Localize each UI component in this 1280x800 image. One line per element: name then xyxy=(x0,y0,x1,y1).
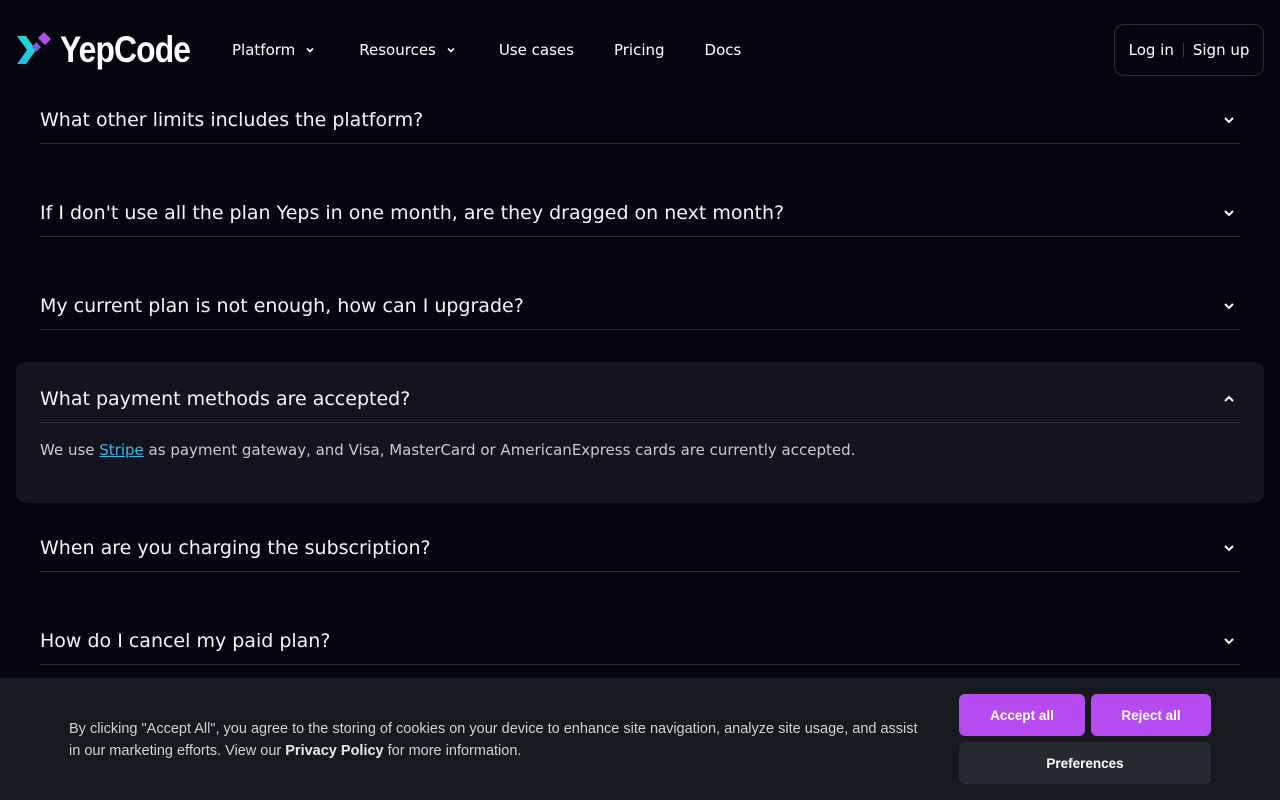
signup-link[interactable]: Sign up xyxy=(1193,41,1250,59)
main-nav: Platform Resources Use cases Pricing Doc… xyxy=(232,38,741,62)
chevron-down-icon xyxy=(1224,116,1234,123)
chevron-down-icon xyxy=(1224,637,1234,644)
nav-item-label: Docs xyxy=(704,41,742,59)
nav-item-label: Platform xyxy=(232,41,296,59)
faq-question-toggle[interactable]: When are you charging the subscription? xyxy=(40,524,1240,572)
nav-item-platform[interactable]: Platform xyxy=(232,41,315,59)
chevron-down-icon xyxy=(1224,209,1234,216)
chevron-up-icon xyxy=(1224,395,1234,402)
faq-item: If I don't use all the plan Yeps in one … xyxy=(40,189,1240,237)
faq-answer: We use Stripe as payment gateway, and Vi… xyxy=(40,441,855,459)
faq-question-toggle[interactable]: What other limits includes the platform? xyxy=(40,96,1240,144)
faq-item: My current plan is not enough, how can I… xyxy=(40,282,1240,330)
faq-question: My current plan is not enough, how can I… xyxy=(40,294,524,317)
cookie-banner: By clicking "Accept All", you agree to t… xyxy=(0,678,1280,800)
faq-item: What other limits includes the platform? xyxy=(40,96,1240,144)
auth-divider xyxy=(1182,43,1184,57)
preferences-button[interactable]: Preferences xyxy=(959,742,1211,784)
faq-question: What other limits includes the platform? xyxy=(40,108,424,131)
answer-text-suffix: as payment gateway, and Visa, MasterCard… xyxy=(143,441,856,459)
faq-item: How do I cancel my paid plan? xyxy=(40,617,1240,665)
faq-question: If I don't use all the plan Yeps in one … xyxy=(40,201,785,224)
brand-name: YepCode xyxy=(60,29,191,70)
faq-item-expanded: What payment methods are accepted? xyxy=(40,375,1240,423)
accept-all-button[interactable]: Accept all xyxy=(959,694,1085,736)
reject-all-button[interactable]: Reject all xyxy=(1091,694,1211,736)
nav-item-pricing[interactable]: Pricing xyxy=(614,41,665,59)
cookie-text-2: for more information. xyxy=(383,743,522,759)
faq-question-toggle[interactable]: How do I cancel my paid plan? xyxy=(40,617,1240,665)
login-link[interactable]: Log in xyxy=(1129,41,1174,59)
stripe-link[interactable]: Stripe xyxy=(99,441,144,459)
yepcode-logo[interactable]: YepCode xyxy=(16,29,211,70)
chevron-down-icon xyxy=(447,47,455,53)
chevron-down-icon xyxy=(1224,544,1234,551)
chevron-down-icon xyxy=(1224,302,1234,309)
faq-question: When are you charging the subscription? xyxy=(40,536,431,559)
nav-item-resources[interactable]: Resources xyxy=(359,41,456,59)
nav-item-docs[interactable]: Docs xyxy=(705,41,742,59)
privacy-policy-link[interactable]: Privacy Policy xyxy=(285,743,383,759)
faq-question: How do I cancel my paid plan? xyxy=(40,629,331,652)
yepcode-logo-icon xyxy=(17,32,51,64)
faq-item: When are you charging the subscription? xyxy=(40,524,1240,572)
answer-text-prefix: We use xyxy=(40,441,100,459)
nav-item-label: Resources xyxy=(359,41,436,59)
site-header: YepCode Platform Resources Use cases Pri… xyxy=(0,0,1280,100)
nav-item-label: Pricing xyxy=(613,41,665,59)
nav-item-use-cases[interactable]: Use cases xyxy=(499,41,574,59)
cookie-message: By clicking "Accept All", you agree to t… xyxy=(69,718,919,762)
faq-question-toggle[interactable]: If I don't use all the plan Yeps in one … xyxy=(40,189,1240,237)
auth-box: Log in Sign up xyxy=(1114,24,1264,76)
faq-question-toggle[interactable]: My current plan is not enough, how can I… xyxy=(40,282,1240,330)
faq-question: What payment methods are accepted? xyxy=(40,387,411,410)
chevron-down-icon xyxy=(306,47,314,53)
nav-item-label: Use cases xyxy=(498,41,574,59)
faq-question-toggle[interactable]: What payment methods are accepted? xyxy=(40,375,1240,423)
